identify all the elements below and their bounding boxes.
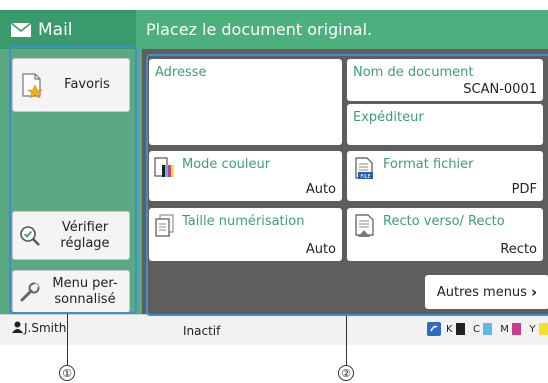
status-bar: J.Smith Inactif K C M Y — [0, 314, 548, 345]
app-title-bar: Mail — [0, 10, 136, 49]
network-icon — [427, 322, 441, 336]
ink-m: M — [500, 323, 522, 335]
callout-number-left: ① — [59, 365, 75, 381]
selection-frame-right — [146, 54, 548, 316]
message-bar: Placez le document original. — [136, 10, 548, 49]
machine-state: Inactif — [183, 324, 221, 338]
selection-frame-left — [9, 46, 137, 314]
status-message: Placez le document original. — [146, 20, 373, 39]
app-title: Mail — [38, 19, 73, 40]
mail-icon — [10, 21, 32, 37]
ink-k: K — [446, 323, 465, 335]
user-icon — [12, 321, 23, 333]
callout-line-left — [67, 314, 68, 365]
callout-number-right: ② — [338, 365, 354, 381]
ink-c: C — [473, 323, 493, 335]
ink-levels: K C M Y — [446, 323, 548, 335]
ink-y: Y — [529, 323, 548, 335]
callout-line-right — [346, 316, 347, 365]
user-name: J.Smith — [24, 321, 67, 335]
